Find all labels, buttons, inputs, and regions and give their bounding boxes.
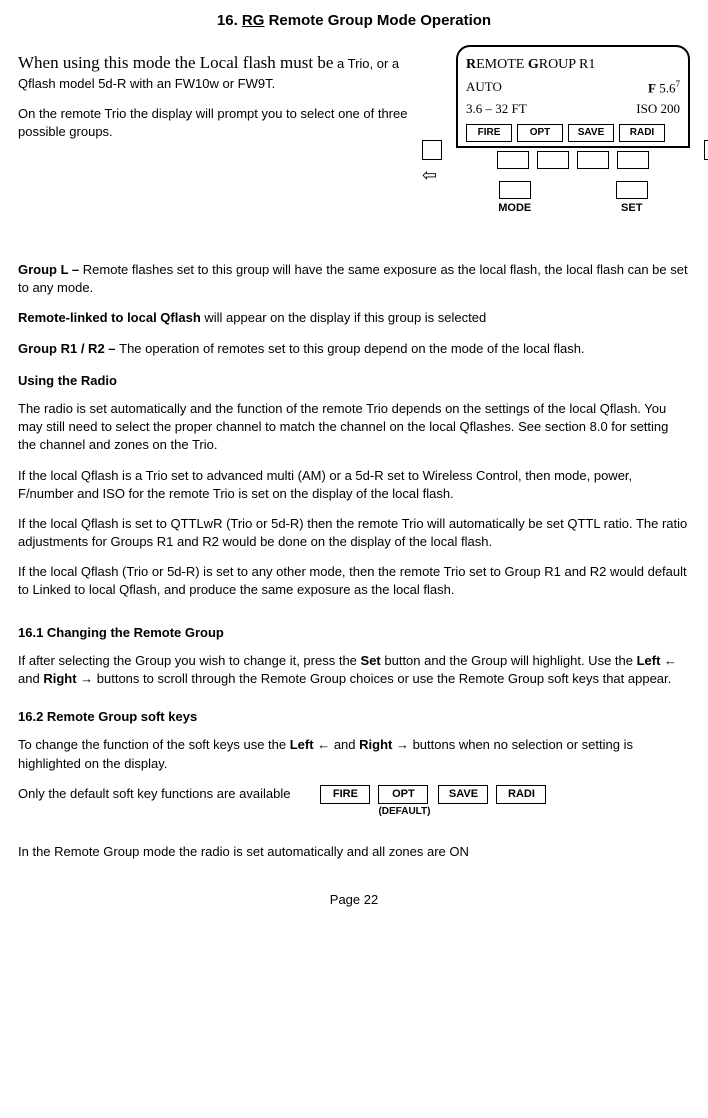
p161-larr: ←	[660, 653, 677, 668]
set-group: SET	[616, 181, 648, 214]
p161-a: If after selecting the Group you wish to…	[18, 653, 361, 668]
mode-label: MODE	[498, 202, 531, 214]
last-paragraph: In the Remote Group mode the radio is se…	[18, 843, 690, 861]
softkey-save: SAVE	[568, 124, 614, 142]
lcd-softkeys: FIRE OPT SAVE RADI	[466, 124, 680, 142]
lcd-line2: AUTO F 5.67	[466, 78, 680, 98]
group-r-text: The operation of remotes set to this gro…	[119, 341, 584, 356]
radio-para-3: If the local Qflash is set to QTTLwR (Tr…	[18, 515, 690, 551]
group-l-label: Group L –	[18, 262, 83, 277]
p161-b: button and the Group will highlight. Use…	[381, 653, 637, 668]
intro-column: When using this mode the Local flash mus…	[18, 51, 428, 141]
title-number: 16.	[217, 12, 242, 29]
intro-paragraph-2: On the remote Trio the display will prom…	[18, 105, 428, 141]
p162-only: Only the default soft key functions are …	[18, 785, 290, 803]
remote-linked-bold: Remote-linked to local Qflash	[18, 310, 201, 325]
default-sk-opt: OPT	[378, 785, 428, 804]
lcd-range: 3.6 – 32 FT	[466, 100, 527, 118]
heading-16-1: 16.1 Changing the Remote Group	[18, 624, 690, 642]
lcd-fval: 5.6	[656, 80, 676, 95]
page-title: 16. RG Remote Group Mode Operation	[18, 10, 690, 31]
lcd-fsup: 7	[676, 79, 681, 89]
page-footer: Page 22	[18, 891, 690, 909]
radio-para-1: The radio is set automatically and the f…	[18, 400, 690, 455]
p161-rarr: →	[77, 671, 97, 686]
left-button-box	[422, 140, 442, 160]
left-arrow-icon: ⇦	[422, 163, 437, 188]
p161-c: buttons to scroll through the Remote Gro…	[97, 671, 671, 686]
mode-set-row: MODE SET	[456, 181, 690, 214]
group-l-paragraph: Group L – Remote flashes set to this gro…	[18, 261, 690, 297]
heading-16-2: 16.2 Remote Group soft keys	[18, 708, 690, 726]
softkey-fire: FIRE	[466, 124, 512, 142]
lcd-r1: R	[466, 57, 476, 72]
set-label: SET	[616, 202, 648, 214]
lcd-line1: REMOTE GROUP R1	[466, 55, 680, 75]
device-diagram: ⇦ ⇨ REMOTE GROUP R1 AUTO F 5.67 3.6 – 32…	[456, 45, 690, 214]
default-softkeys: FIRE OPT (DEFAULT) SAVE RADI	[320, 785, 546, 819]
lcd-screen: REMOTE GROUP R1 AUTO F 5.67 3.6 – 32 FT …	[456, 45, 690, 148]
default-sk-save: SAVE	[438, 785, 488, 804]
group-r-paragraph: Group R1 / R2 – The operation of remotes…	[18, 340, 690, 358]
default-label: (DEFAULT)	[378, 805, 430, 819]
default-sk-radi: RADI	[496, 785, 546, 804]
para-16-1: If after selecting the Group you wish to…	[18, 652, 690, 688]
softkey-opt: OPT	[517, 124, 563, 142]
physical-button-3	[577, 151, 609, 169]
lcd-iso: ISO 200	[636, 100, 680, 118]
using-radio-heading: Using the Radio	[18, 372, 690, 390]
default-sk-fire: FIRE	[320, 785, 370, 804]
intro-serif-line: When using this mode the Local flash mus…	[18, 53, 333, 72]
remote-linked-paragraph: Remote-linked to local Qflash will appea…	[18, 309, 690, 327]
softkey-radi: RADI	[619, 124, 665, 142]
set-button	[616, 181, 648, 199]
title-rest: Remote Group Mode Operation	[264, 12, 491, 29]
title-rg: RG	[242, 12, 265, 29]
mode-group: MODE	[498, 181, 531, 214]
p162-rarr: →	[392, 737, 412, 752]
physical-button-1	[497, 151, 529, 169]
para-16-2a: To change the function of the soft keys …	[18, 736, 690, 772]
lcd-emote: EMOTE	[476, 57, 528, 72]
group-l-text: Remote flashes set to this group will ha…	[18, 262, 688, 295]
group-r-label: Group R1 / R2 –	[18, 341, 119, 356]
top-section: When using this mode the Local flash mus…	[18, 51, 690, 241]
lcd-fnumber: F 5.67	[648, 78, 680, 98]
lcd-auto: AUTO	[466, 78, 502, 98]
radio-para-4: If the local Qflash (Trio or 5d-R) is se…	[18, 563, 690, 599]
p161-right: Right	[43, 671, 76, 686]
p162-left: Left	[290, 737, 314, 752]
p162-and: and	[334, 737, 359, 752]
p161-and1: and	[18, 671, 43, 686]
lcd-g: G	[528, 57, 539, 72]
remote-linked-rest: will appear on the display if this group…	[201, 310, 486, 325]
lcd-line3: 3.6 – 32 FT ISO 200	[466, 100, 680, 118]
button-row	[456, 151, 690, 169]
p161-left: Left	[637, 653, 661, 668]
physical-button-4	[617, 151, 649, 169]
p161-set: Set	[361, 653, 381, 668]
mode-text: MODE	[498, 202, 531, 214]
right-button-box	[704, 140, 708, 160]
radio-para-2: If the local Qflash is a Trio set to adv…	[18, 467, 690, 503]
p162-larr: ←	[314, 737, 334, 752]
lcd-f: F	[648, 80, 656, 95]
softkeys-default-row: Only the default soft key functions are …	[18, 785, 690, 819]
physical-button-2	[537, 151, 569, 169]
mode-button	[499, 181, 531, 199]
p162-right: Right	[359, 737, 392, 752]
lcd-roup: ROUP R1	[539, 57, 596, 72]
intro-paragraph-1: When using this mode the Local flash mus…	[18, 51, 428, 93]
p162-a: To change the function of the soft keys …	[18, 737, 290, 752]
